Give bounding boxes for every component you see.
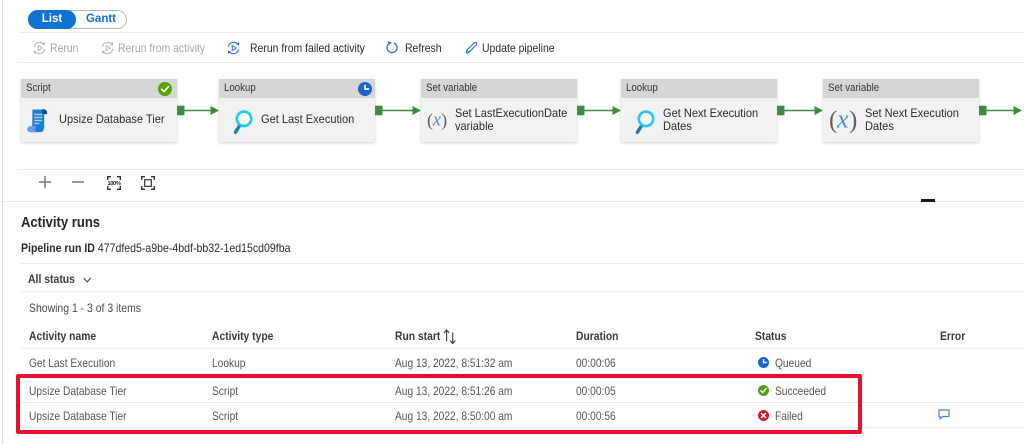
svg-text:): ) — [849, 108, 857, 133]
svg-text:100%: 100% — [107, 181, 120, 187]
svg-text:x: x — [836, 108, 849, 133]
svg-text:): ) — [441, 110, 447, 131]
svg-text:x: x — [432, 109, 442, 129]
